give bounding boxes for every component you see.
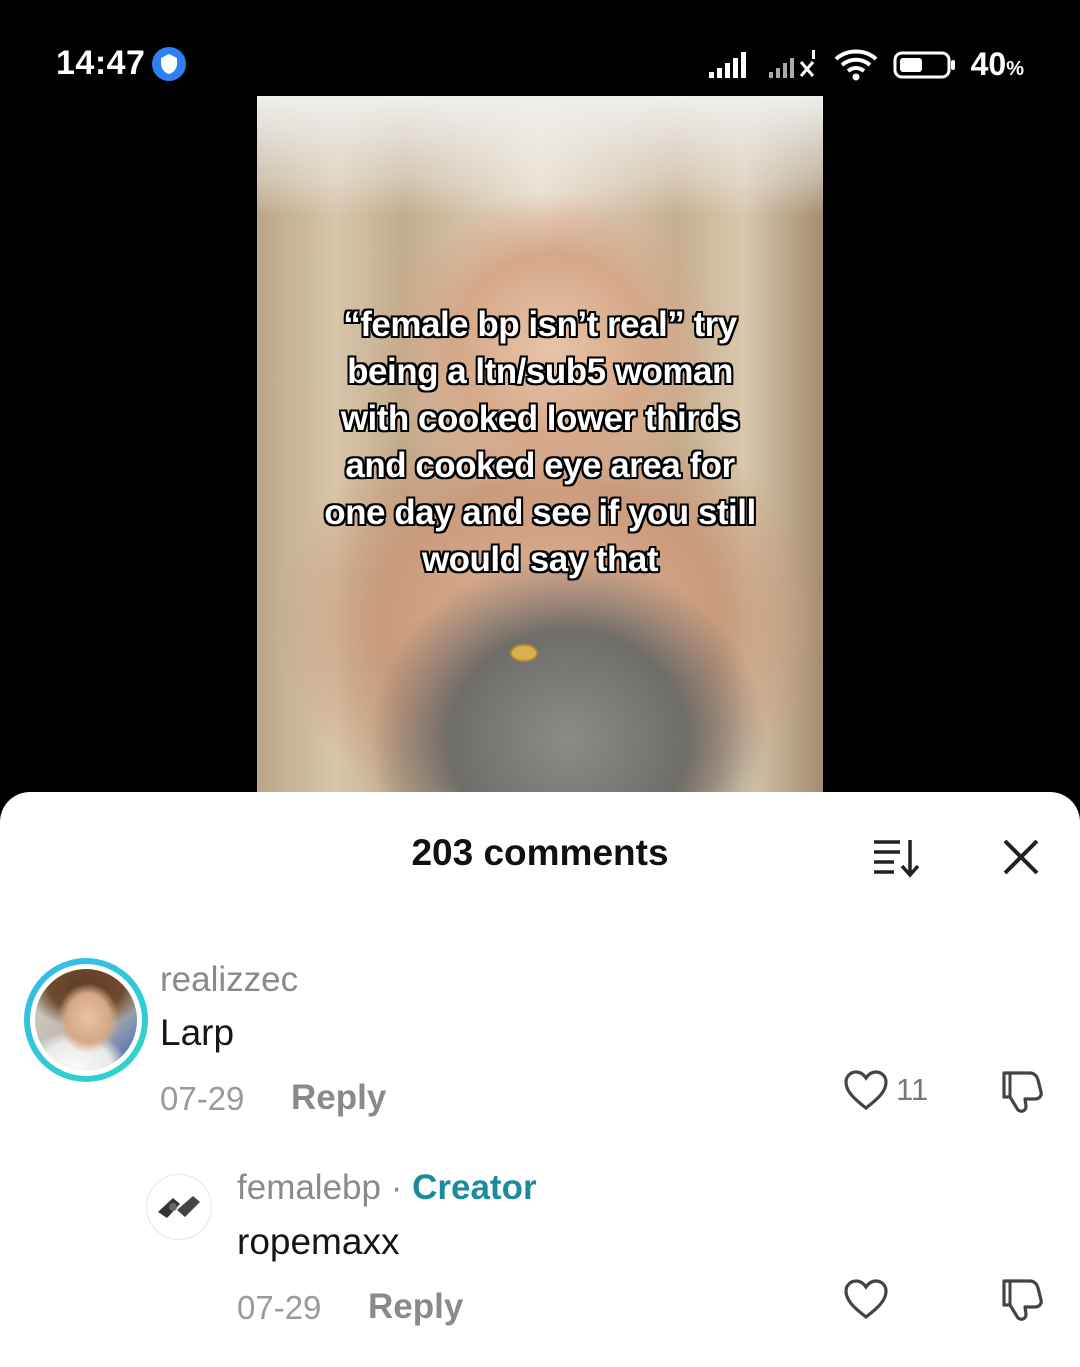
caption-line: being a ltn/sub5 woman [347,352,733,391]
battery-icon [893,51,955,78]
status-time: 14:47 [56,44,146,82]
reply-button[interactable]: Reply [368,1287,463,1327]
avatar[interactable] [24,958,148,1082]
handcuffs-icon [158,1196,200,1218]
reply-username-line: femalebp · Creator [237,1168,537,1208]
separator: · [380,1168,413,1207]
avatar[interactable] [146,1174,212,1240]
caption-line: one day and see if you still [324,493,756,532]
vpn-icon [152,47,186,81]
avatar-photo [35,969,137,1071]
battery-level: 40% [970,46,1024,82]
caption-line: with cooked lower thirds [340,399,740,438]
comments-sheet: 203 comments realizzec Larp 07-29 Reply … [0,792,1080,1367]
reply-username[interactable]: femalebp [237,1168,381,1207]
caption-line: “female bp isn’t real” try [343,305,737,344]
dislike-icon[interactable] [998,1276,1044,1322]
status-bar: 14:47 40% [0,0,1080,110]
necklace-pendant [510,644,538,662]
signal-2-icon [768,49,815,78]
reply-text: ropemaxx [237,1221,400,1262]
comment-date: 07-29 [160,1080,245,1117]
video-caption: “female bp isn’t real” try being a ltn/s… [279,301,801,583]
status-icons: 40% [708,46,1024,83]
comment-username[interactable]: realizzec [160,960,298,1000]
like-count: 11 [896,1072,929,1107]
comment-text: Larp [160,1012,235,1053]
sort-icon[interactable] [870,834,922,880]
heart-icon[interactable] [843,1069,889,1111]
dislike-icon[interactable] [998,1068,1044,1114]
caption-line: would say that [421,540,659,579]
video-background [257,96,823,216]
signal-icon [708,51,746,78]
creator-badge: Creator [412,1168,537,1207]
video-player[interactable]: “female bp isn’t real” try being a ltn/s… [257,96,823,796]
caption-line: and cooked eye area for [345,446,735,485]
reply-date: 07-29 [237,1289,322,1326]
wifi-icon [834,49,877,80]
reply-button[interactable]: Reply [291,1078,386,1118]
close-icon[interactable] [998,834,1044,880]
heart-icon[interactable] [843,1278,889,1320]
